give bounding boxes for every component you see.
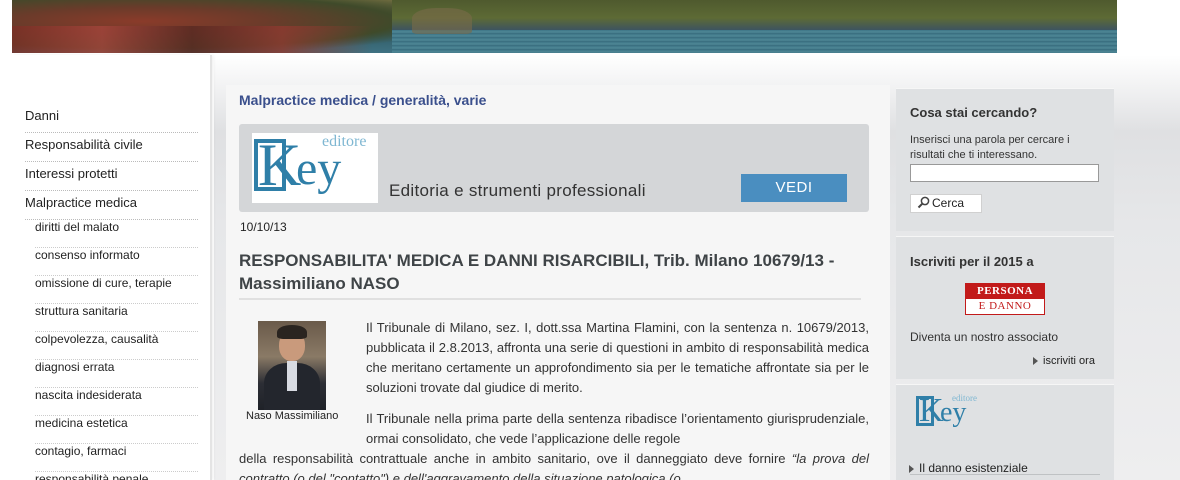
vedi-button[interactable]: VEDI [741,174,847,202]
nav-item-interessi-protetti[interactable]: Interessi protetti [25,162,198,191]
nav-subitem-label[interactable]: contagio, farmaci [35,444,126,458]
subscribe-link-label[interactable]: iscriviti ora [1043,355,1095,367]
nav-item-label[interactable]: Malpractice medica [25,193,137,212]
search-icon [917,196,930,209]
persona-e-danno-logo[interactable]: PERSONA E DANNO [965,283,1045,315]
search-box-title: Cosa stai cercando? [910,105,1038,120]
left-navigation: Danni Responsabilità civile Interessi pr… [12,55,212,480]
key-editore-small-logo[interactable]: K ey editore [916,392,978,434]
article-paragraph-2-continued: della responsabilità contrattuale anche … [239,449,869,480]
article-paragraph-1: Il Tribunale di Milano, sez. I, dott.ssa… [366,320,869,395]
nav-subitem-nascita-indesiderata[interactable]: nascita indesiderata [35,388,198,416]
danno-esistenziale-link-label[interactable]: Il danno esistenziale [919,461,1028,475]
arrow-right-icon [909,465,914,473]
nav-subitem-label[interactable]: consenso informato [35,248,140,262]
author-caption: Naso Massimiliano [246,410,339,422]
nav-subitem-label[interactable]: struttura sanitaria [35,304,128,318]
key-small-logo-editore: editore [952,393,977,403]
persona-logo-line1: PERSONA [966,284,1044,299]
header-photo-rocks [12,26,372,53]
key-logo-editore: editore [322,133,367,150]
nav-subitem-medicina-estetica[interactable]: medicina estetica [35,416,198,444]
danno-esistenziale-link[interactable]: Il danno esistenziale [909,461,1028,475]
nav-subitem-diritti-del-malato[interactable]: diritti del malato [35,220,198,248]
author-photo-shirt [287,361,297,391]
page: Danni Responsabilità civile Interessi pr… [0,0,1180,480]
nav-item-malpractice-medica[interactable]: Malpractice medica [25,191,198,220]
header-photo [12,0,1117,53]
search-button-label: Cerca [932,196,965,210]
banner-tagline: Editoria e strumenti professionali [389,181,646,200]
nav-item-label[interactable]: Interessi protetti [25,164,118,183]
subscribe-link[interactable]: iscriviti ora [1033,355,1095,367]
nav-item-label[interactable]: Responsabilità civile [25,135,143,154]
nav-list: Danni Responsabilità civile Interessi pr… [12,55,210,480]
nav-subitem-label[interactable]: responsabilità penale [35,472,148,480]
breadcrumb[interactable]: Malpractice medica / generalità, varie [239,92,486,108]
paragraph-text: della responsabilità contrattuale anche … [239,451,786,466]
header-photo-water [392,30,1117,53]
search-button[interactable]: Cerca [910,194,982,213]
header-photo-trees [392,0,1117,30]
nav-subitem-struttura-sanitaria[interactable]: struttura sanitaria [35,304,198,332]
nav-subitem-omissione-di-cure[interactable]: omissione di cure, terapie [35,276,198,304]
article-date: 10/10/13 [240,220,287,234]
article-paragraph-2-start: Il Tribunale nella prima parte della sen… [366,411,869,446]
search-box-description: Inserisci una parola per cercare i risul… [910,134,1070,161]
key-editore-logo[interactable]: K ey editore [252,133,378,203]
nav-subitem-diagnosi-errata[interactable]: diagnosi errata [35,360,198,388]
title-divider [239,298,861,300]
nav-subitem-consenso-informato[interactable]: consenso informato [35,248,198,276]
article-title: RESPONSABILITA' MEDICA E DANNI RISARCIBI… [239,251,835,293]
subscribe-box-text: Diventa un nostro associato [910,330,1059,344]
key-logo-k: K [258,132,302,198]
nav-subitem-colpevolezza-causalita[interactable]: colpevolezza, causalità [35,332,198,360]
nav-subitem-responsabilita-penale[interactable]: responsabilità penale [35,472,198,480]
nav-subitem-label[interactable]: colpevolezza, causalità [35,332,158,346]
nav-item-responsabilita-civile[interactable]: Responsabilità civile [25,133,198,162]
nav-subitem-contagio-farmaci[interactable]: contagio, farmaci [35,444,198,472]
nav-subitem-label[interactable]: medicina estetica [35,416,128,430]
search-input[interactable] [910,164,1099,182]
nav-subitem-label[interactable]: omissione di cure, terapie [35,276,172,290]
arrow-right-icon [1033,357,1038,365]
key-box-divider [910,474,1100,475]
nav-item-danni[interactable]: Danni [25,104,198,133]
author-photo [258,321,326,410]
nav-item-label[interactable]: Danni [25,106,59,125]
persona-logo-line2: E DANNO [978,300,1032,312]
nav-subitem-label[interactable]: diagnosi errata [35,360,114,374]
nav-subitem-label[interactable]: nascita indesiderata [35,388,142,402]
author-photo-hair [277,325,307,339]
subscribe-box-title: Iscriviti per il 2015 a [910,254,1034,269]
nav-subitem-label[interactable]: diritti del malato [35,220,119,234]
header-photo-shore [412,8,472,34]
